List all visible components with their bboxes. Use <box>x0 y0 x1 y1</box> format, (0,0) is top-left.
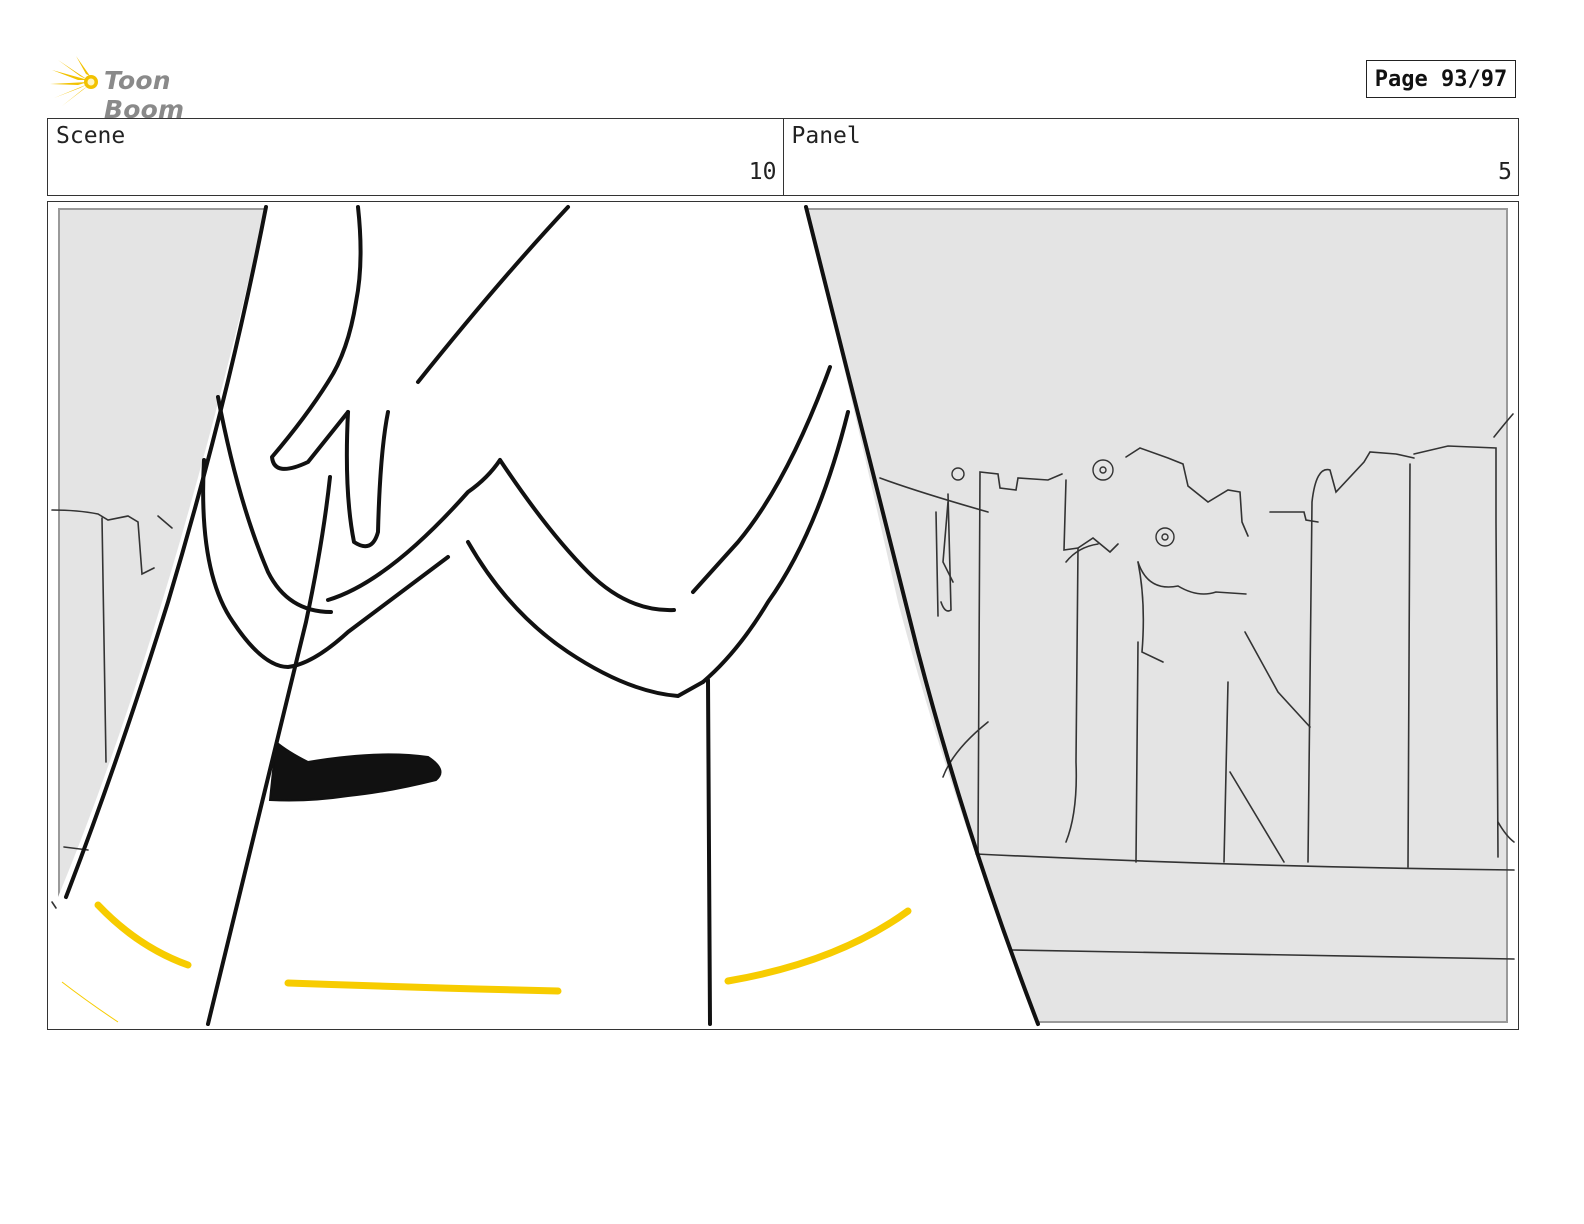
scene-label: Scene <box>56 123 126 149</box>
panel-sketch <box>51 205 1515 1026</box>
info-row: Scene 10 Panel 5 <box>47 118 1519 196</box>
panel-cell: Panel 5 <box>782 119 1519 195</box>
panel-label: Panel <box>791 123 861 149</box>
toon-boom-logo: Toon Boom <box>50 54 250 124</box>
logo-text: Toon Boom <box>104 66 185 124</box>
scene-cell: Scene 10 <box>48 119 783 195</box>
page-number: Page 93/97 <box>1366 60 1516 98</box>
storyboard-panel <box>47 201 1519 1030</box>
scene-value: 10 <box>748 159 777 185</box>
starburst-icon <box>50 56 98 106</box>
panel-value: 5 <box>1498 159 1512 185</box>
